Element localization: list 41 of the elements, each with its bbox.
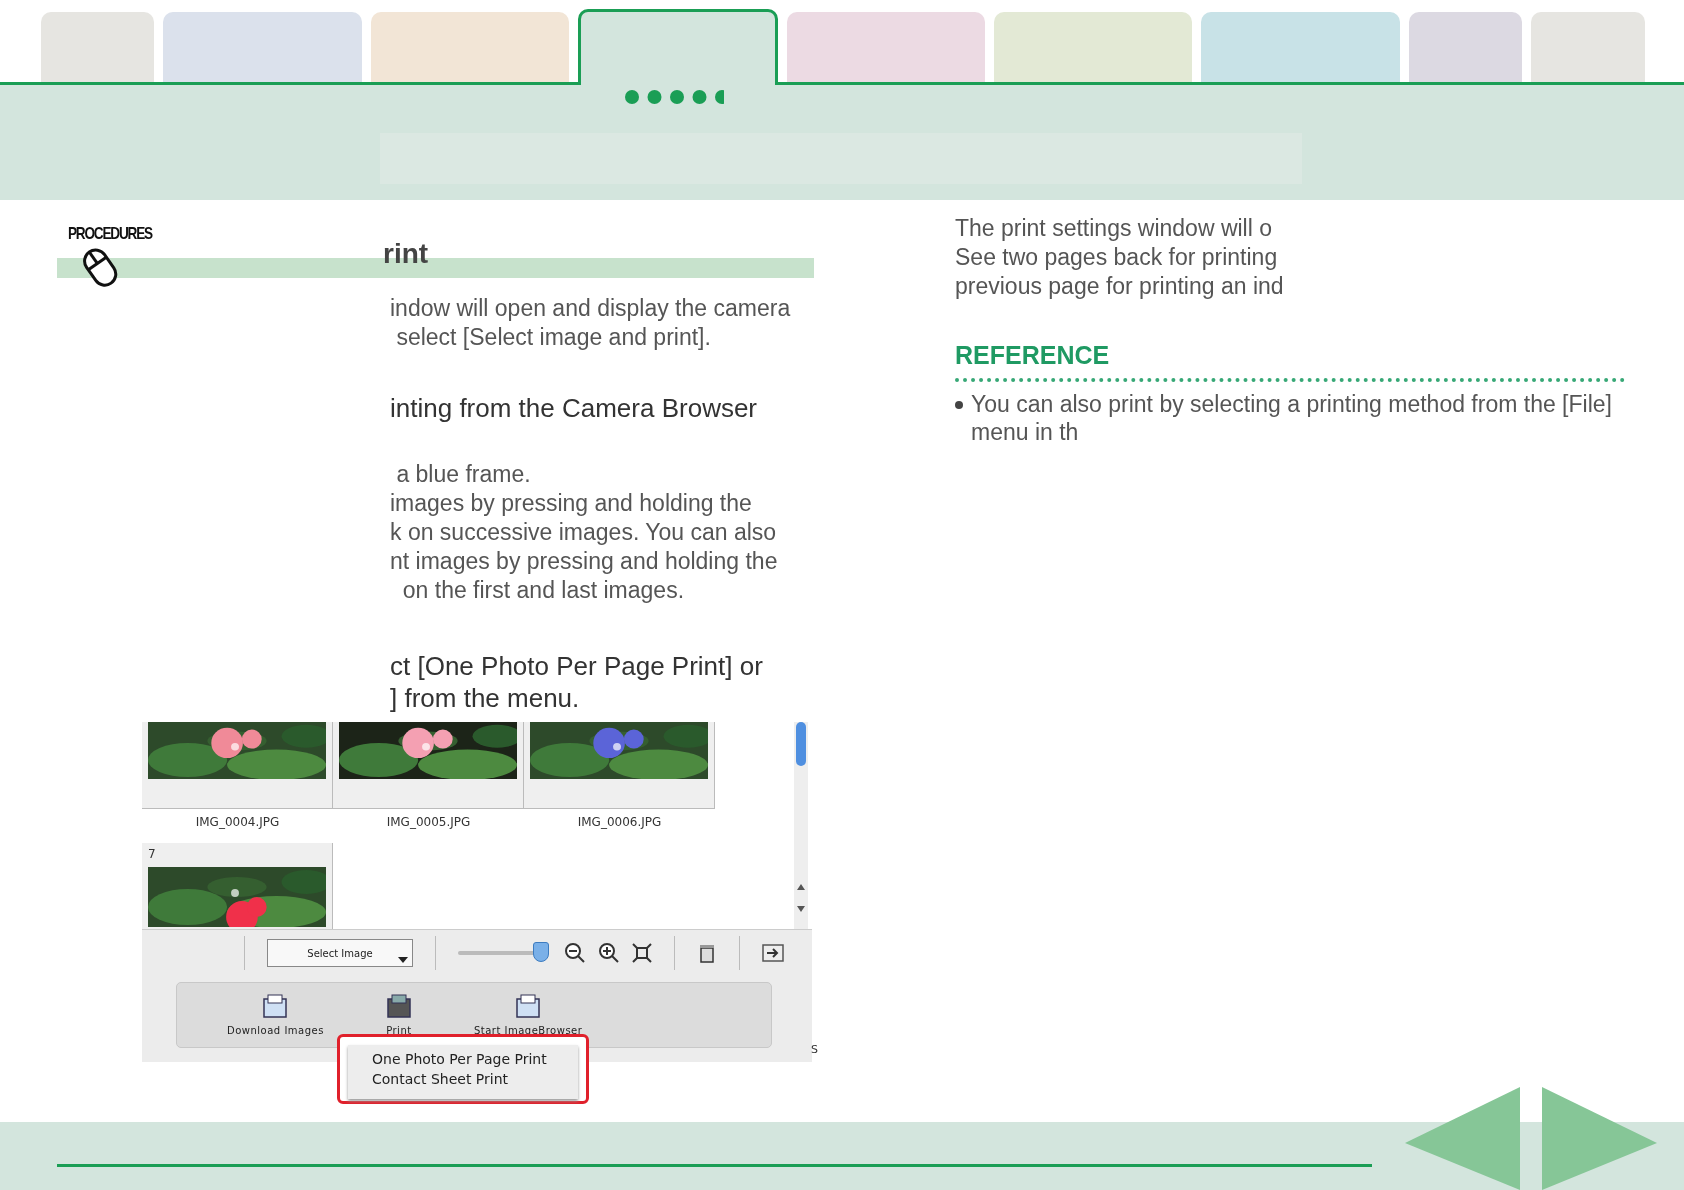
previous-arrow-icon[interactable] (1405, 1087, 1520, 1190)
bullet-icon (955, 401, 963, 409)
body-text: previous page for printing an ind (955, 272, 1285, 301)
caret-icon (398, 957, 408, 963)
body-text: a blue frame. (395, 460, 532, 489)
fit-icon[interactable] (632, 943, 652, 963)
export-icon[interactable] (762, 944, 784, 962)
toolbar-button[interactable]: Start ImageBrowser (473, 983, 583, 1036)
body-text: images by pressing and holding the (390, 489, 753, 518)
file-name: IMG_0006.JPG (577, 815, 662, 829)
body-text: select [Select image and print]. (395, 323, 712, 352)
zoom-slider[interactable] (458, 942, 548, 964)
body-text: k on successive images. You can also (390, 518, 778, 547)
toolbar-button[interactable]: Print (383, 983, 414, 1036)
file-name: IMG_0004.JPG (195, 815, 280, 829)
file-name: IMG_0005.JPG (386, 815, 471, 829)
body-text: See two pages back for printing (955, 243, 1279, 272)
toolbar-button[interactable]: Download Images (227, 983, 324, 1036)
zoom-out-icon[interactable] (564, 942, 586, 964)
image-number: 7 (148, 847, 157, 861)
body-text: The print settings window will o (955, 214, 1274, 243)
slider-thumb[interactable] (532, 942, 549, 962)
reference-text: You can also print by selecting a printing method from the [File] menu in th (971, 390, 1613, 446)
section-label: PROCEDURES (68, 224, 152, 244)
body-text: on the first and last images. (401, 576, 686, 605)
body-text: indow will open and display the camera (390, 294, 792, 323)
zoom-in-icon[interactable] (598, 942, 620, 964)
step-text: ] from the menu. (390, 682, 581, 714)
trash-icon[interactable] (697, 943, 717, 963)
page-title: rint (383, 238, 429, 270)
step-text: ct [One Photo Per Page Print] or (390, 650, 764, 682)
reference-heading: REFERENCE (955, 341, 1111, 370)
next-arrow-icon[interactable] (1542, 1087, 1657, 1190)
cut-text: S (811, 1043, 818, 1056)
section-heading: inting from the Camera Browser (390, 392, 759, 424)
body-text: nt images by pressing and holding the (390, 547, 779, 576)
menu-item[interactable]: One Photo Per Page Print (372, 1049, 578, 1069)
menu-item[interactable]: Contact Sheet Print (372, 1069, 578, 1089)
page-dots-icon (624, 89, 724, 105)
tab[interactable] (578, 9, 778, 85)
select-dropdown[interactable]: Select Image (267, 939, 413, 967)
